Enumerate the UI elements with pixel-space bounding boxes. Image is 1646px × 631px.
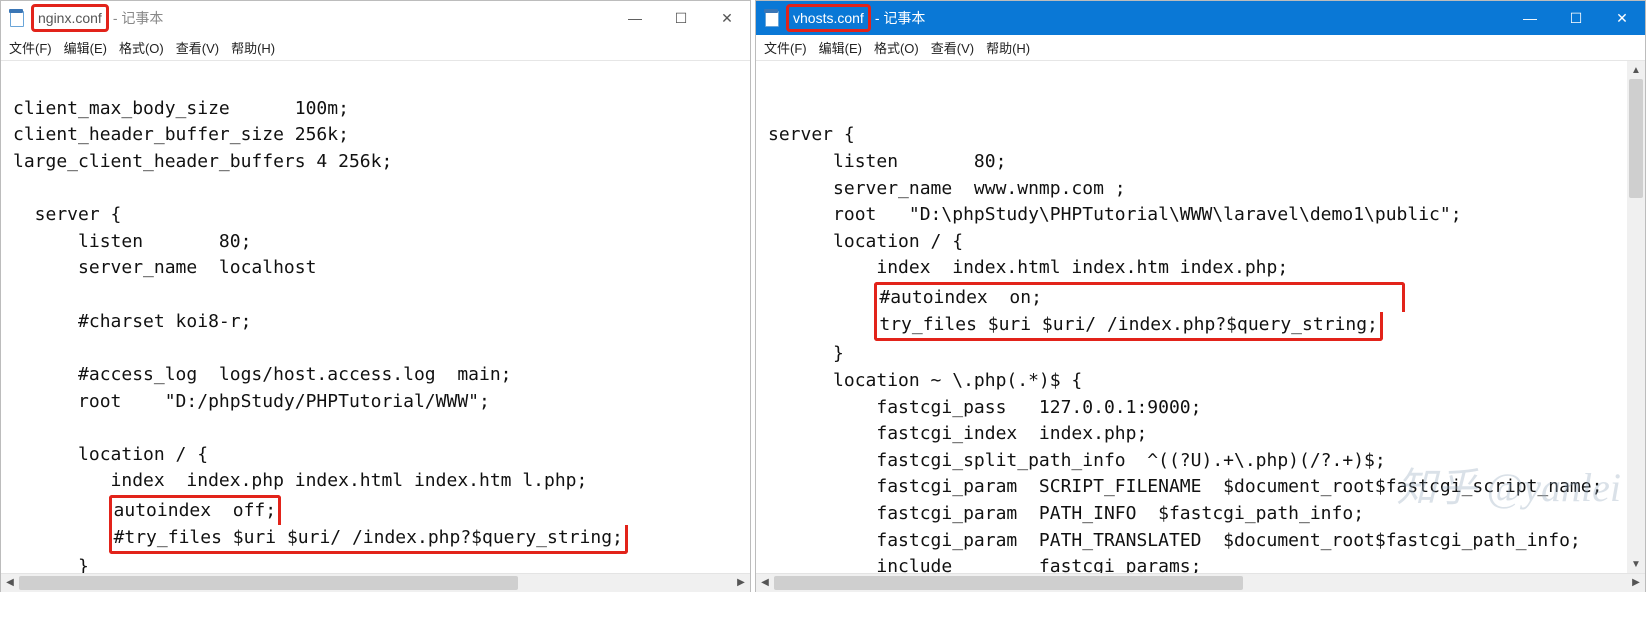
- menu-view[interactable]: 查看(V): [176, 38, 219, 57]
- code-line: fastcgi_param PATH_INFO $fastcgi_path_in…: [768, 503, 1364, 524]
- code-line: fastcgi_param PATH_TRANSLATED $document_…: [768, 530, 1581, 551]
- scroll-track[interactable]: [1627, 79, 1645, 555]
- scroll-thumb[interactable]: [1629, 79, 1643, 198]
- window-title-filename: nginx.conf: [31, 4, 109, 32]
- menu-file[interactable]: 文件(F): [764, 38, 807, 57]
- scroll-thumb[interactable]: [19, 576, 518, 590]
- window-controls: — ☐ ✕: [612, 1, 750, 35]
- code-line: fastcgi_pass 127.0.0.1:9000;: [768, 397, 1201, 418]
- scroll-thumb[interactable]: [774, 576, 1243, 590]
- horizontal-scrollbar[interactable]: ◀ ▶: [756, 573, 1645, 591]
- menu-view[interactable]: 查看(V): [931, 38, 974, 57]
- code-line: root "D:\phpStudy\PHPTutorial\WWW\larave…: [768, 204, 1462, 225]
- code-line: listen 80;: [768, 151, 1006, 172]
- menubar: 文件(F) 编辑(E) 格式(O) 查看(V) 帮助(H): [756, 35, 1645, 61]
- code-line: autoindex off;: [13, 500, 281, 521]
- code-line: #autoindex on;: [768, 287, 1405, 308]
- menu-edit[interactable]: 编辑(E): [819, 38, 862, 57]
- highlighted-code: try_files $uri $uri/ /index.php?$query_s…: [874, 312, 1383, 342]
- code-line: }: [768, 343, 844, 364]
- window-title-appname: - 记事本: [113, 8, 164, 28]
- code-line: location ~ \.php(.*)$ {: [768, 370, 1082, 391]
- maximize-button[interactable]: ☐: [1553, 1, 1599, 35]
- code-line: location / {: [13, 444, 208, 465]
- menu-format[interactable]: 格式(O): [874, 38, 919, 57]
- notepad-icon: [9, 9, 25, 27]
- minimize-button[interactable]: —: [612, 1, 658, 35]
- menu-format[interactable]: 格式(O): [119, 38, 164, 57]
- scroll-right-icon[interactable]: ▶: [732, 574, 750, 592]
- highlighted-code: #autoindex on;: [874, 282, 1405, 312]
- code-line: fastcgi_index index.php;: [768, 423, 1147, 444]
- code-line: server_name www.wnmp.com ;: [768, 178, 1126, 199]
- window-controls: — ☐ ✕: [1507, 1, 1645, 35]
- code-line: server_name localhost: [13, 257, 316, 278]
- menu-file[interactable]: 文件(F): [9, 38, 52, 57]
- code-line: #try_files $uri $uri/ /index.php?$query_…: [13, 527, 628, 548]
- notepad-icon: [764, 9, 780, 27]
- titlebar[interactable]: nginx.conf - 记事本 — ☐ ✕: [1, 1, 750, 35]
- scroll-up-icon[interactable]: ▲: [1627, 61, 1645, 79]
- code-line: index index.html index.htm index.php;: [768, 257, 1288, 278]
- minimize-button[interactable]: —: [1507, 1, 1553, 35]
- menubar: 文件(F) 编辑(E) 格式(O) 查看(V) 帮助(H): [1, 35, 750, 61]
- code-line: fastcgi_split_path_info ^((?U).+\.php)(/…: [768, 450, 1386, 471]
- code-line: }: [13, 556, 89, 573]
- code-line: include fastcgi_params;: [768, 556, 1201, 573]
- titlebar[interactable]: vhosts.conf - 记事本 — ☐ ✕: [756, 1, 1645, 35]
- code-line: fastcgi_param SCRIPT_FILENAME $document_…: [768, 476, 1602, 497]
- scroll-left-icon[interactable]: ◀: [756, 574, 774, 592]
- code-line: location / {: [768, 231, 963, 252]
- close-button[interactable]: ✕: [704, 1, 750, 35]
- scroll-right-icon[interactable]: ▶: [1627, 574, 1645, 592]
- scroll-track[interactable]: [19, 574, 732, 592]
- code-line: large_client_header_buffers 4 256k;: [13, 151, 392, 172]
- horizontal-scrollbar[interactable]: ◀ ▶: [1, 573, 750, 591]
- menu-help[interactable]: 帮助(H): [231, 38, 275, 57]
- window-title-filename: vhosts.conf: [786, 4, 871, 32]
- highlighted-code: autoindex off;: [109, 495, 282, 525]
- code-line: server {: [768, 124, 855, 145]
- notepad-window-nginx: nginx.conf - 记事本 — ☐ ✕ 文件(F) 编辑(E) 格式(O)…: [0, 0, 751, 592]
- code-line: server {: [13, 204, 121, 225]
- text-area[interactable]: server { listen 80; server_name www.wnmp…: [756, 61, 1645, 573]
- scroll-track[interactable]: [774, 574, 1627, 592]
- maximize-button[interactable]: ☐: [658, 1, 704, 35]
- code-line: client_max_body_size 100m;: [13, 98, 349, 119]
- scroll-left-icon[interactable]: ◀: [1, 574, 19, 592]
- menu-edit[interactable]: 编辑(E): [64, 38, 107, 57]
- code-line: client_header_buffer_size 256k;: [13, 124, 349, 145]
- text-area[interactable]: client_max_body_size 100m; client_header…: [1, 61, 750, 573]
- highlighted-code: #try_files $uri $uri/ /index.php?$query_…: [109, 525, 628, 555]
- menu-help[interactable]: 帮助(H): [986, 38, 1030, 57]
- code-line: #charset koi8-r;: [13, 311, 251, 332]
- scroll-down-icon[interactable]: ▼: [1627, 555, 1645, 573]
- code-line: #access_log logs/host.access.log main;: [13, 364, 512, 385]
- window-title-appname: - 记事本: [875, 8, 926, 28]
- code-line: try_files $uri $uri/ /index.php?$query_s…: [768, 314, 1383, 335]
- notepad-window-vhosts: vhosts.conf - 记事本 — ☐ ✕ 文件(F) 编辑(E) 格式(O…: [755, 0, 1646, 592]
- code-line: root "D:/phpStudy/PHPTutorial/WWW";: [13, 391, 490, 412]
- vertical-scrollbar[interactable]: ▲ ▼: [1627, 61, 1645, 573]
- close-button[interactable]: ✕: [1599, 1, 1645, 35]
- code-line: index index.php index.html index.htm l.p…: [13, 470, 587, 491]
- code-line: listen 80;: [13, 231, 251, 252]
